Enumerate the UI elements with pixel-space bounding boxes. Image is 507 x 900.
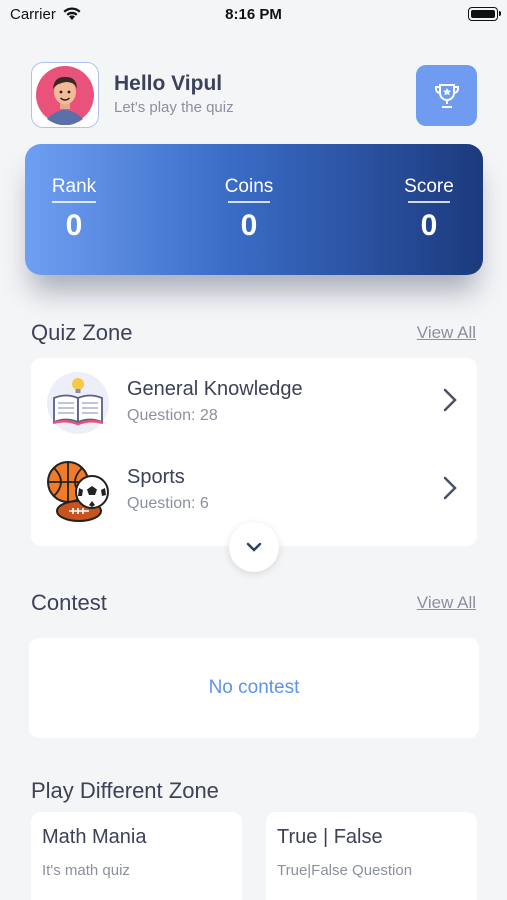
stat-score: Score 0 [399, 176, 459, 243]
quiz-zone-view-all-link[interactable]: View All [417, 323, 476, 343]
expand-quiz-list-button[interactable] [229, 522, 279, 572]
sports-balls-icon [45, 458, 111, 524]
stat-label: Rank [51, 176, 97, 197]
clock: 8:16 PM [225, 6, 282, 23]
stat-rank: Rank 0 [49, 176, 99, 243]
quiz-zone-title: Quiz Zone [31, 320, 133, 345]
status-bar: Carrier 8:16 PM [0, 0, 507, 30]
quiz-zone-list: General Knowledge Question: 28 Sports Qu… [31, 358, 477, 546]
zone-card-subtitle: True|False Question [277, 862, 413, 879]
greeting-title: Hello Vipul [114, 72, 223, 95]
contest-card: No contest [29, 638, 479, 738]
quiz-item-general-knowledge[interactable]: General Knowledge Question: 28 [31, 358, 477, 446]
no-contest-message: No contest [208, 677, 300, 698]
zone-card-math-mania[interactable]: Math Mania It's math quiz [31, 812, 242, 900]
chevron-right-icon [443, 476, 457, 505]
contest-title: Contest [31, 590, 107, 615]
user-avatar-icon [36, 66, 94, 125]
quiz-item-sports[interactable]: Sports Question: 6 [31, 446, 477, 534]
stat-divider [408, 201, 450, 203]
stat-value: 0 [420, 208, 438, 242]
stat-divider [228, 201, 270, 203]
quiz-item-title: General Knowledge [127, 378, 303, 400]
stat-coins: Coins 0 [220, 176, 278, 243]
chevron-down-icon [246, 542, 262, 552]
zone-card-true-false[interactable]: True | False True|False Question [266, 812, 477, 900]
play-zone-title: Play Different Zone [31, 778, 219, 803]
contest-view-all-link[interactable]: View All [417, 593, 476, 613]
trophy-icon [434, 83, 459, 108]
chevron-right-icon [443, 388, 457, 417]
book-lightbulb-icon [45, 370, 111, 436]
quiz-item-subtitle: Question: 28 [127, 407, 218, 424]
battery-icon [468, 7, 501, 21]
quiz-item-title: Sports [127, 466, 185, 488]
stat-value: 0 [240, 208, 258, 242]
stat-divider [52, 201, 96, 203]
stats-card: Rank 0 Coins 0 Score 0 [25, 144, 483, 275]
zone-card-title: True | False [277, 826, 383, 848]
stat-value: 0 [65, 208, 83, 242]
zone-card-subtitle: It's math quiz [42, 862, 130, 879]
greeting-subtitle: Let's play the quiz [114, 99, 234, 116]
leaderboard-button[interactable] [416, 65, 477, 126]
zone-card-title: Math Mania [42, 826, 147, 848]
stat-label: Score [404, 176, 454, 197]
quiz-item-subtitle: Question: 6 [127, 495, 209, 512]
stat-label: Coins [224, 176, 274, 197]
avatar[interactable] [31, 62, 99, 128]
